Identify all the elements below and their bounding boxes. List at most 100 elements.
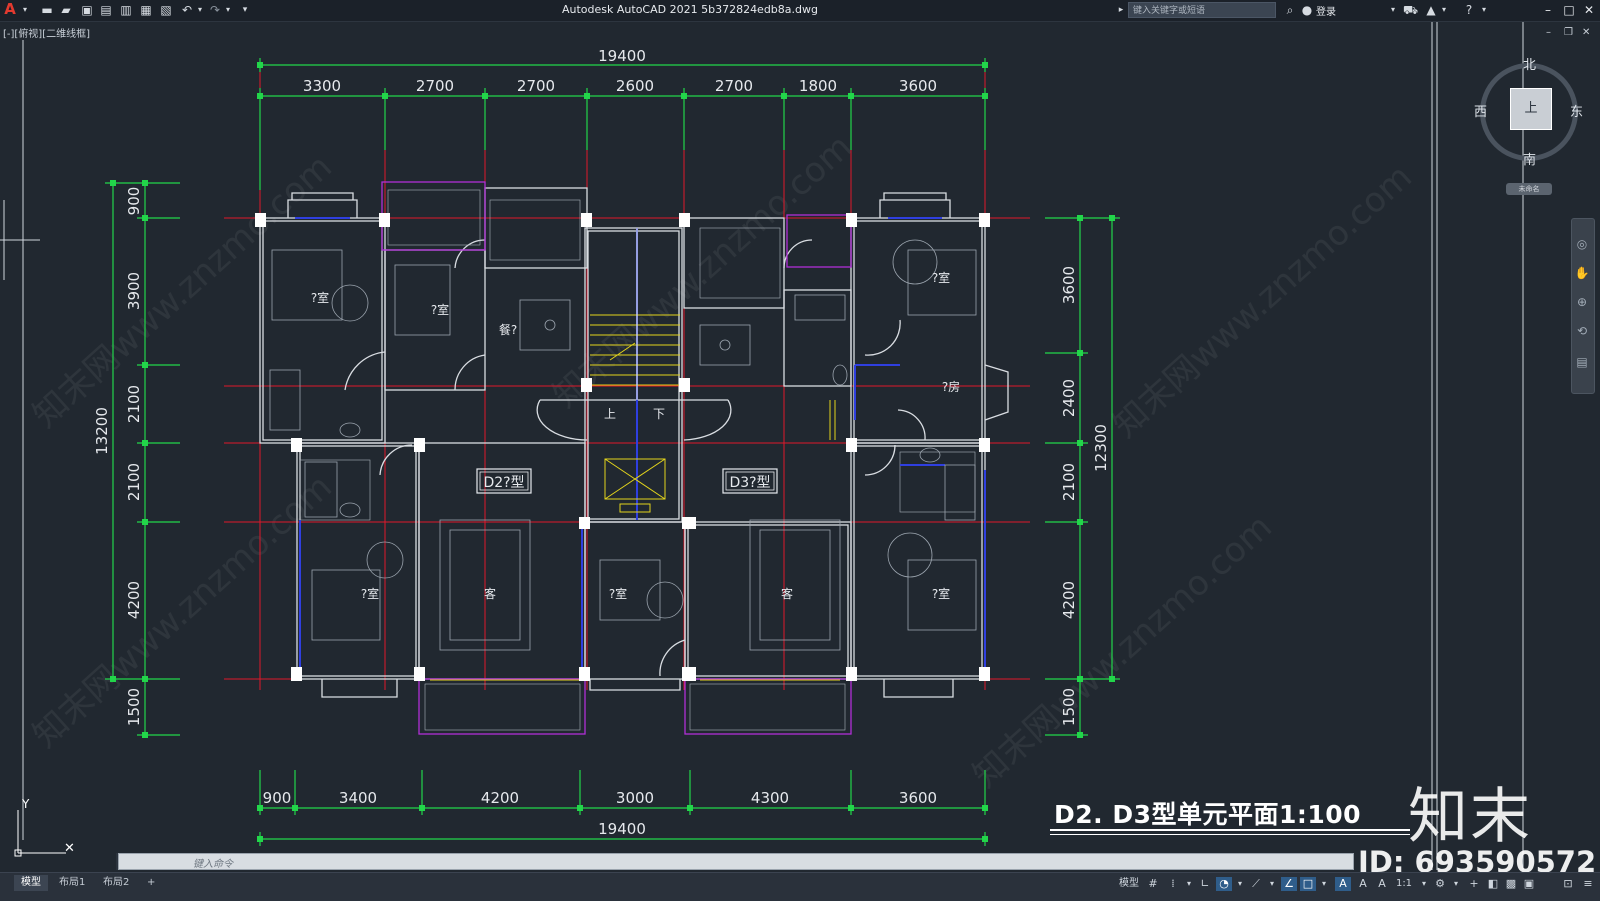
customize-toolbar-icon[interactable]: ▾	[238, 3, 252, 17]
polar-icon[interactable]: ◔	[1216, 877, 1232, 891]
viewcube-top-face[interactable]: 上	[1510, 88, 1552, 130]
steering-wheel-icon[interactable]: ◎	[1574, 237, 1590, 253]
search-arrow-icon[interactable]: ▸	[1114, 3, 1128, 17]
autocad-logo-icon[interactable]: A	[3, 2, 17, 17]
object-snap-tracking-icon[interactable]: ∠	[1281, 877, 1297, 891]
redo-dropdown-icon[interactable]: ▾	[221, 3, 235, 17]
account-dropdown-icon[interactable]: ▾	[1386, 3, 1400, 17]
orbit-icon[interactable]: ⟲	[1574, 324, 1590, 340]
grid-icon[interactable]: #	[1145, 877, 1161, 891]
open-web-icon[interactable]: ▥	[119, 3, 133, 17]
snap-dropdown-icon[interactable]: ▾	[1181, 877, 1197, 891]
pan-icon[interactable]: ✋	[1574, 266, 1590, 282]
new-file-icon[interactable]: ▬	[40, 3, 54, 17]
viewport-close-icon[interactable]: ✕	[1582, 27, 1590, 38]
title-underline	[1050, 834, 1410, 835]
redo-icon[interactable]: ↷	[208, 3, 222, 17]
add-layout-button[interactable]: +	[140, 875, 162, 891]
plot-icon[interactable]: ▧	[159, 3, 173, 17]
viewport-restore-icon[interactable]: ❐	[1564, 27, 1573, 38]
tab-model[interactable]: 模型	[14, 875, 48, 891]
customization-icon[interactable]: ⊡	[1560, 877, 1576, 891]
dim-top-5: 2700	[715, 77, 753, 95]
ortho-icon[interactable]: ∟	[1197, 877, 1213, 891]
room-label: 餐?	[499, 322, 517, 337]
compass-north[interactable]: 北	[1523, 54, 1536, 73]
tab-layout2[interactable]: 布局2	[96, 875, 136, 891]
snap-icon[interactable]: ⁞	[1165, 877, 1181, 891]
save-icon[interactable]: ▣	[80, 3, 94, 17]
open-folder-icon[interactable]: ▰	[59, 3, 73, 17]
dim-bottom-3: 4200	[481, 789, 519, 807]
undo-dropdown-icon[interactable]: ▾	[193, 3, 207, 17]
save-as-icon[interactable]: ▤	[99, 3, 113, 17]
cart-icon[interactable]: ⛟	[1403, 3, 1418, 17]
unit-tag-d3: D3?型	[722, 468, 778, 494]
dropdown-arrow-icon[interactable]: ▾	[18, 3, 32, 17]
scale-dropdown-icon[interactable]: ▾	[1416, 877, 1432, 891]
drawing-canvas[interactable]: Y ✕ 19400 3300 2700 2700 2600 2700 1800 …	[0, 0, 1600, 900]
isolate-objects-icon[interactable]: ◧	[1485, 877, 1501, 891]
minimize-icon[interactable]: –	[1539, 2, 1557, 18]
user-icon[interactable]: ●	[1300, 3, 1314, 17]
osnap-dropdown-icon[interactable]: ▾	[1316, 877, 1332, 891]
annotation-scale-icon[interactable]: A	[1374, 877, 1390, 891]
title-bar: A ▾ ▬ ▰ ▣ ▤ ▥ ▦ ▧ ↶ ▾ ↷ ▾ ▾ Autodesk Aut…	[0, 0, 1600, 22]
annotation-visibility-icon[interactable]: A	[1335, 877, 1351, 891]
compass-east[interactable]: 东	[1570, 101, 1583, 120]
ucs-icon: Y ✕	[14, 797, 75, 857]
dim-right-3: 2100	[1060, 463, 1078, 501]
dim-bottom-4: 3000	[616, 789, 654, 807]
model-space-button[interactable]: 模型	[1116, 877, 1142, 891]
search-icon[interactable]: ⌕	[1283, 3, 1297, 17]
save-web-icon[interactable]: ▦	[139, 3, 153, 17]
hardware-acceleration-icon[interactable]: ▩	[1503, 877, 1519, 891]
sign-in-link[interactable]: 登录	[1316, 3, 1336, 18]
viewport-minimize-icon[interactable]: –	[1546, 27, 1551, 38]
dim-top-1: 3300	[303, 77, 341, 95]
isodraft-dropdown-icon[interactable]: ▾	[1264, 877, 1280, 891]
autodesk-app-icon[interactable]: ▲	[1424, 3, 1438, 17]
dim-left-6: 1500	[125, 688, 143, 726]
clean-screen-icon[interactable]: ▣	[1521, 877, 1537, 891]
dim-right-5: 1500	[1060, 688, 1078, 726]
dim-top-4: 2600	[616, 77, 654, 95]
room-label: ?室	[361, 586, 379, 601]
dim-top-7: 3600	[899, 77, 937, 95]
undo-icon[interactable]: ↶	[180, 3, 194, 17]
app-dropdown-icon[interactable]: ▾	[1437, 3, 1451, 17]
plus-icon[interactable]: +	[1466, 877, 1482, 891]
close-icon[interactable]: ✕	[1580, 2, 1598, 18]
object-snap-icon[interactable]: □	[1300, 877, 1316, 891]
help-search-input[interactable]: 键入关键字或短语	[1128, 2, 1276, 18]
workspace-dropdown-icon[interactable]: ▾	[1448, 877, 1464, 891]
maximize-icon[interactable]: □	[1560, 2, 1578, 18]
svg-text:Y: Y	[21, 797, 30, 811]
command-input[interactable]: 键入命令	[193, 855, 233, 870]
help-dropdown-icon[interactable]: ▾	[1477, 3, 1491, 17]
dim-bottom-2: 3400	[339, 789, 377, 807]
viewport-controls-label[interactable]: [-][俯视][二维线框]	[3, 25, 90, 40]
help-icon[interactable]: ?	[1462, 3, 1476, 17]
compass-south[interactable]: 南	[1523, 149, 1536, 168]
auto-scale-icon[interactable]: A	[1355, 877, 1371, 891]
command-line[interactable]: 键入命令	[118, 853, 1354, 870]
watermark-brand: 知末	[1408, 782, 1532, 852]
dim-left-5: 4200	[125, 581, 143, 619]
isodraft-icon[interactable]: ⟋	[1248, 877, 1264, 891]
dim-right-4: 4200	[1060, 581, 1078, 619]
annotation-scale-value[interactable]: 1:1	[1393, 877, 1415, 891]
compass-west[interactable]: 西	[1474, 101, 1487, 120]
showmotion-icon[interactable]: ▤	[1574, 355, 1590, 371]
room-label: ?室	[431, 302, 449, 317]
dim-left-4: 2100	[125, 463, 143, 501]
svg-text:D3?型: D3?型	[729, 475, 770, 491]
dim-top-2: 2700	[416, 77, 454, 95]
tab-layout1[interactable]: 布局1	[52, 875, 92, 891]
wcs-menu-button[interactable]: 未命名	[1506, 183, 1552, 195]
workspace-gear-icon[interactable]: ⚙	[1432, 877, 1448, 891]
zoom-icon[interactable]: ⊕	[1574, 295, 1590, 311]
menu-icon[interactable]: ≡	[1580, 877, 1596, 891]
stairs-up-label: 上	[604, 407, 616, 421]
polar-dropdown-icon[interactable]: ▾	[1232, 877, 1248, 891]
